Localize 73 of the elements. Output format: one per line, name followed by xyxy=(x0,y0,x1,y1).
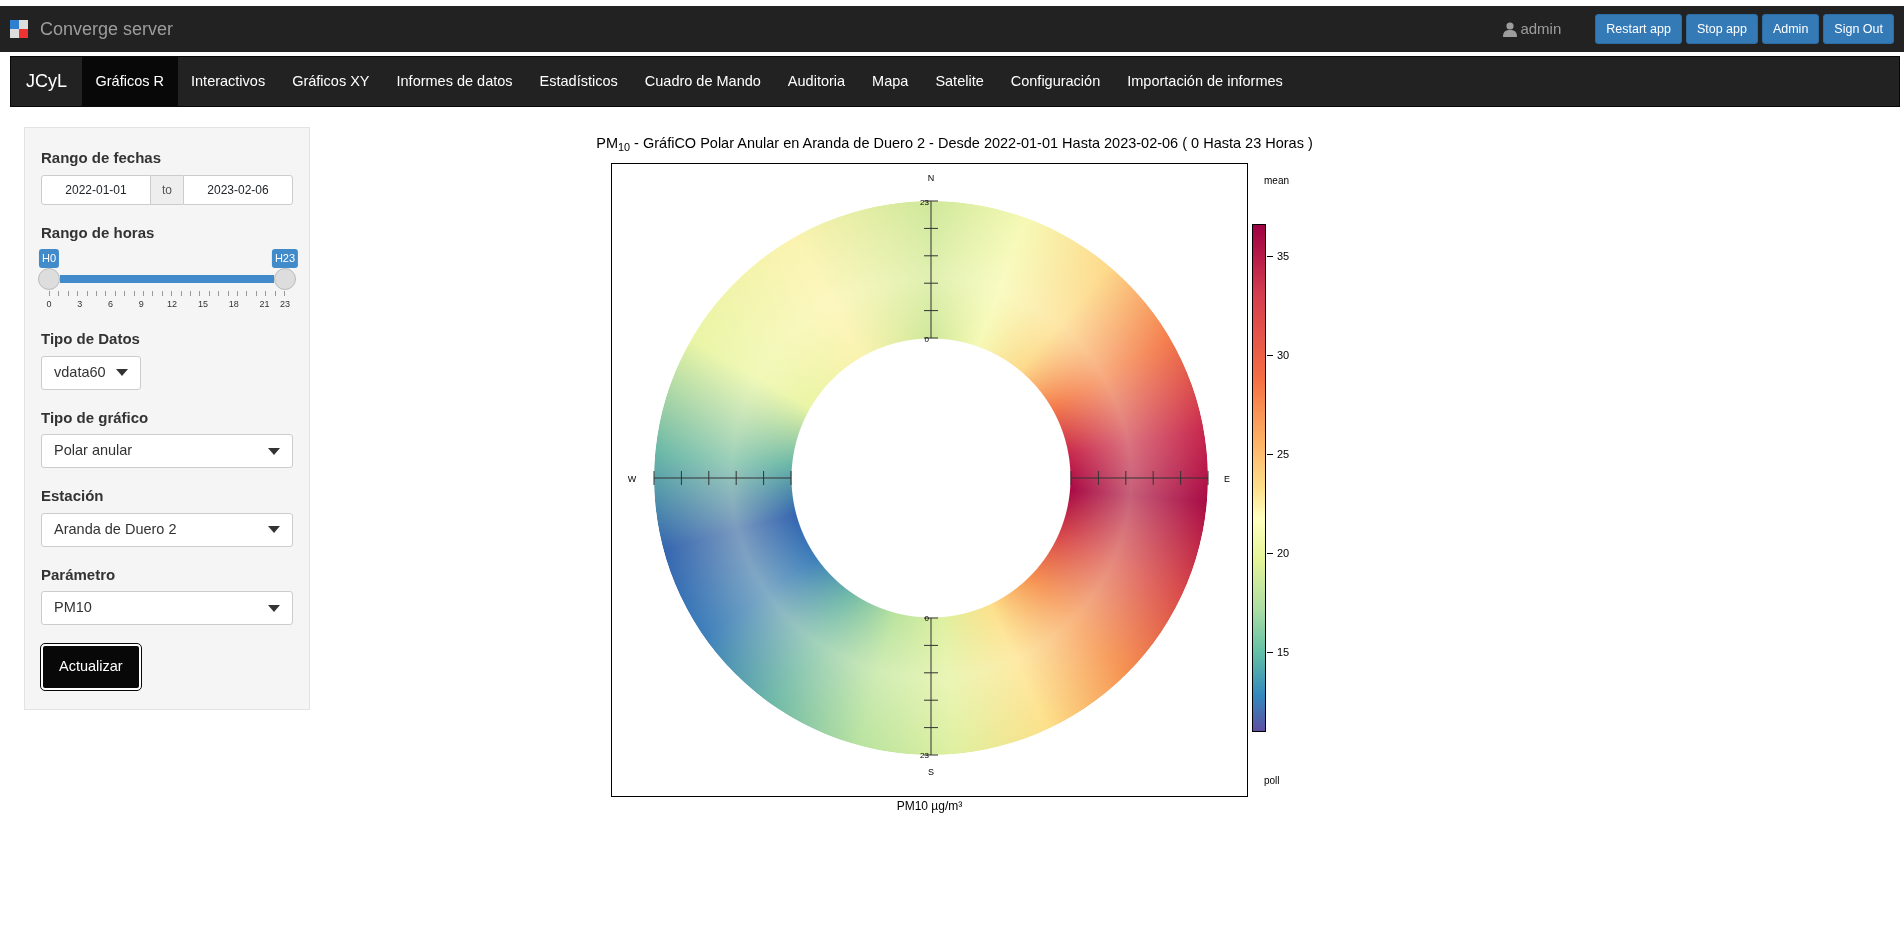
slider-handle[interactable] xyxy=(38,268,60,290)
dropdown[interactable]: PM10 xyxy=(41,591,293,625)
slider-value: H23 xyxy=(271,249,299,268)
caret-icon xyxy=(116,369,128,376)
date-input[interactable]: 2023-02-06 xyxy=(183,174,293,205)
nav-tab[interactable]: Mapa xyxy=(858,57,922,106)
compass-label: E xyxy=(1224,473,1230,484)
slider-tick-label: 0 xyxy=(46,298,52,311)
nav-tab[interactable]: Satelite xyxy=(921,57,998,106)
user-name: admin xyxy=(1520,18,1562,39)
nav-tab[interactable]: Auditoria xyxy=(774,57,859,106)
slider-tick-label: 6 xyxy=(108,298,114,311)
range-separator: to xyxy=(151,174,183,205)
compass-label: W xyxy=(627,473,637,484)
slider-tick-label: 18 xyxy=(228,298,239,311)
caret-icon xyxy=(268,526,280,533)
nav-tab[interactable]: Informes de datos xyxy=(383,57,527,106)
tick-mark xyxy=(1267,354,1273,356)
tick-mark xyxy=(1267,552,1273,554)
dropdown[interactable]: vdata60 xyxy=(41,355,141,390)
header-button[interactable]: Sign Out xyxy=(1823,13,1894,45)
field-label: Tipo de Datos xyxy=(41,329,141,349)
caret-icon xyxy=(268,604,280,612)
slider-tick-label: 21 xyxy=(259,298,270,311)
dropdown[interactable]: Polar anular xyxy=(41,434,293,468)
nav-tab[interactable]: Importación de informes xyxy=(1113,57,1297,106)
field-label: Parámetro xyxy=(41,564,117,585)
legend-tick-label: 35 xyxy=(1277,248,1290,264)
legend-tick-label: 20 xyxy=(1277,545,1290,561)
legend-tick-label: 25 xyxy=(1277,446,1290,462)
axis-title: PM10 µg/m³ xyxy=(895,797,964,815)
compass-label: N xyxy=(927,172,935,183)
tick-mark xyxy=(1267,651,1273,653)
nav-tab[interactable]: Interactivos xyxy=(177,57,279,106)
slider-tick-label: 3 xyxy=(77,298,83,311)
legend-title: mean xyxy=(1264,173,1289,188)
slider-tick-label: 12 xyxy=(167,298,178,311)
slider-value: H0 xyxy=(38,249,60,268)
axis-tick-label: 0 xyxy=(924,334,929,344)
compass-label: S xyxy=(928,766,934,777)
nav-tab[interactable]: Gráficos R xyxy=(82,57,178,106)
slider-tick-label: 9 xyxy=(138,298,144,311)
field-label: Rango de horas xyxy=(41,222,156,243)
update-button[interactable]: Actualizar xyxy=(41,644,141,690)
legend-tick-label: 15 xyxy=(1277,644,1290,660)
slider-tick-label: 15 xyxy=(197,298,208,311)
user-icon xyxy=(1503,21,1518,37)
axis-tick-label: 23 xyxy=(920,750,929,760)
tick-mark xyxy=(1267,453,1273,455)
tick-mark xyxy=(1267,255,1273,257)
nav-tab[interactable]: Gráficos XY xyxy=(278,57,384,106)
legend-tick-label: 30 xyxy=(1277,347,1290,363)
nav-tab[interactable]: Configuración xyxy=(997,57,1114,106)
axis-tick-label: 23 xyxy=(920,197,929,207)
app-title: Converge server xyxy=(40,17,174,41)
caret-icon xyxy=(268,447,280,455)
brand-link[interactable]: JCyL xyxy=(11,57,82,106)
slider-handle[interactable] xyxy=(274,268,296,290)
dropdown[interactable]: Aranda de Duero 2 xyxy=(41,512,293,547)
chart-title: PM$_{10}$ - GráfiCO Polar Anular en Aranda de Duero 2 - Desde 2022-01-01 Hasta 2023-02-06 ( 0 Hasta 23 Horas ) xyxy=(595,134,1314,155)
header-button[interactable]: Restart app xyxy=(1595,13,1682,45)
header-button[interactable]: Stop app xyxy=(1685,13,1758,45)
legend-footer: poll xyxy=(1264,772,1280,788)
logo-icon xyxy=(10,20,28,38)
date-input[interactable]: 2022-01-01 xyxy=(41,174,151,205)
nav-tab[interactable]: Cuadro de Mando xyxy=(631,57,775,106)
field-label: Rango de fechas xyxy=(41,148,163,168)
field-label: Tipo de gráfico xyxy=(41,407,150,428)
field-label: Estación xyxy=(41,486,105,506)
slider-tick-label: 23 xyxy=(280,298,290,311)
header-button[interactable]: Admin xyxy=(1761,13,1820,45)
axis-tick-label: 0 xyxy=(924,613,929,623)
nav-tab[interactable]: Estadísticos xyxy=(526,57,632,106)
